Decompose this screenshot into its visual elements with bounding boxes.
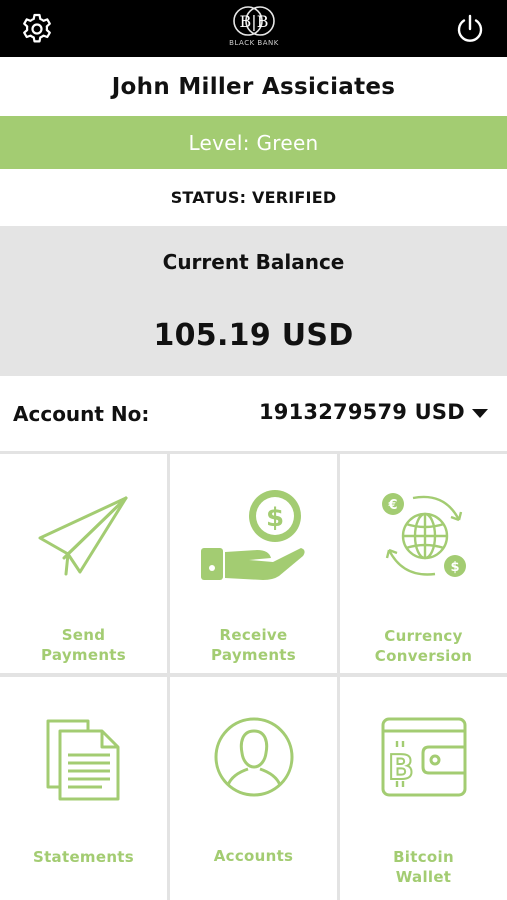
top-bar: B|B BLACK BANK (0, 0, 507, 57)
bank-logo-text: BLACK BANK (229, 39, 279, 47)
action-grid: Send Payments $ Receive Payments € $ Cur… (0, 451, 507, 900)
bank-logo-mark: B|B (233, 6, 275, 36)
account-number[interactable]: 1913279579 USD (259, 400, 465, 424)
hand-coin-icon: $ (200, 490, 305, 580)
tile-send-payments[interactable]: Send Payments (0, 454, 167, 673)
power-icon[interactable] (453, 12, 487, 46)
tile-currency-conversion[interactable]: € $ Currency Conversion (340, 454, 507, 673)
level-banner: Level: Green (0, 116, 507, 169)
tile-label-line1: Send (61, 626, 106, 644)
account-selector[interactable]: Account No: 1913279579 USD (0, 376, 507, 451)
svg-text:€: € (387, 498, 397, 513)
tile-label-line2: Payments (210, 646, 296, 664)
tile-statements[interactable]: Statements (0, 677, 167, 900)
account-holder-name: John Miller Assiciates (0, 57, 507, 116)
tile-label-line1: Currency (384, 627, 463, 645)
caret-down-icon[interactable] (472, 409, 488, 418)
status-label: STATUS: VERIFIED (0, 169, 507, 226)
tile-label-line2: Wallet (395, 868, 452, 886)
tile-label-line1: Bitcoin (393, 848, 454, 866)
gear-icon[interactable] (20, 12, 54, 46)
tile-label-line1: Receive (219, 626, 288, 644)
svg-text:$: $ (450, 560, 459, 575)
svg-text:$: $ (265, 503, 283, 533)
tile-label-line1: Statements (32, 848, 135, 866)
bitcoin-wallet-icon: B (381, 717, 466, 797)
tile-bitcoin-wallet[interactable]: B Bitcoin Wallet (340, 677, 507, 900)
bank-logo: B|B BLACK BANK (222, 4, 286, 52)
document-icon (46, 719, 119, 801)
svg-text:B|B: B|B (240, 12, 269, 31)
globe-exchange-icon: € $ (381, 493, 466, 577)
paper-plane-icon (38, 496, 127, 576)
balance-label: Current Balance (162, 250, 345, 274)
tile-label-line1: Accounts (213, 847, 294, 865)
balance-value: 105.19 USD (153, 318, 354, 353)
tile-label-line2: Payments (40, 646, 126, 664)
tile-receive-payments[interactable]: $ Receive Payments (170, 454, 337, 673)
tile-label-line2: Conversion (374, 647, 473, 665)
svg-text:B: B (388, 748, 414, 788)
user-circle-icon (214, 717, 293, 797)
balance-panel: Current Balance 105.19 USD (0, 226, 507, 376)
tile-accounts[interactable]: Accounts (170, 677, 337, 900)
account-label: Account No: (13, 402, 150, 426)
